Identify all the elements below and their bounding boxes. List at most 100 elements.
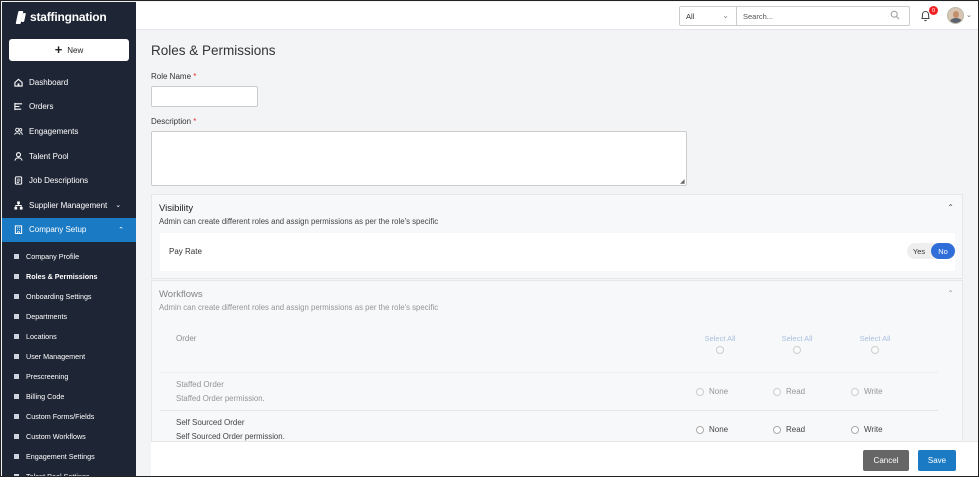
resize-handle-icon[interactable]: ◢ bbox=[680, 178, 685, 185]
search-filter-value: All bbox=[686, 11, 695, 21]
option-write[interactable]: Write bbox=[851, 387, 883, 396]
sidebar-item-dashboard[interactable]: Dashboard bbox=[2, 70, 136, 95]
new-button-label: New bbox=[67, 45, 84, 55]
radio-write[interactable] bbox=[851, 387, 859, 396]
collapse-chevron-icon[interactable]: ⌃ bbox=[947, 203, 954, 212]
search-input[interactable] bbox=[736, 6, 910, 26]
option-label: None bbox=[709, 425, 729, 434]
pay-rate-row: Pay Rate Yes No bbox=[160, 233, 955, 271]
search-filter-select[interactable]: All ⌄ bbox=[679, 6, 737, 26]
chevron-down-icon[interactable]: ⌄ bbox=[966, 11, 972, 19]
visibility-subtitle: Admin can create different roles and ass… bbox=[159, 217, 439, 226]
sidebar-subitem-billing-code[interactable]: Billing Code bbox=[2, 386, 136, 406]
sidebar-subitem-locations[interactable]: Locations bbox=[2, 326, 136, 346]
option-write[interactable]: Write bbox=[851, 425, 883, 434]
option-none[interactable]: None bbox=[696, 425, 728, 434]
option-label: Write bbox=[864, 387, 883, 396]
required-mark: * bbox=[193, 72, 197, 81]
sidebar-item-engagements[interactable]: Engagements bbox=[2, 119, 136, 144]
logo[interactable]: staffingnation bbox=[2, 2, 136, 32]
select-all-read[interactable]: Select All bbox=[772, 334, 822, 354]
sidebar-item-supplier-management[interactable]: Supplier Management ⌄ bbox=[2, 193, 136, 218]
bullet-square-icon bbox=[14, 373, 19, 379]
sidebar-subitem-label: Talent Pool Settings bbox=[26, 471, 90, 477]
sidebar-item-job-descriptions[interactable]: Job Descriptions bbox=[2, 168, 136, 193]
sidebar-subitem-roles-permissions[interactable]: Roles & Permissions bbox=[2, 266, 136, 286]
select-all-write[interactable]: Select All bbox=[850, 334, 900, 354]
sidebar-item-label: Supplier Management bbox=[29, 200, 108, 210]
sidebar-subitem-label: Locations bbox=[26, 331, 57, 341]
radio-read[interactable] bbox=[773, 387, 781, 396]
radio-write[interactable] bbox=[851, 425, 859, 434]
option-label: Read bbox=[786, 425, 806, 434]
description-label-text: Description bbox=[151, 117, 192, 126]
home-icon bbox=[14, 78, 23, 87]
sidebar: staffingnation + New Dashboard Orders En… bbox=[2, 2, 136, 477]
save-button[interactable]: Save bbox=[918, 450, 956, 471]
toggle-no[interactable]: No bbox=[931, 243, 955, 259]
option-none[interactable]: None bbox=[696, 387, 728, 396]
form-footer: Cancel Save bbox=[151, 441, 978, 476]
chevron-down-icon: ⌄ bbox=[115, 202, 122, 210]
visibility-title: Visibility bbox=[159, 203, 194, 214]
sidebar-subitem-prescreening[interactable]: Prescreening bbox=[2, 366, 136, 386]
app-frame: staffingnation + New Dashboard Orders En… bbox=[0, 0, 979, 477]
cancel-button[interactable]: Cancel bbox=[863, 450, 909, 471]
logo-text: staffingnation bbox=[30, 10, 107, 24]
toggle-yes[interactable]: Yes bbox=[907, 247, 931, 256]
option-label: Write bbox=[864, 425, 883, 434]
sidebar-subitem-label: Onboarding Settings bbox=[26, 291, 92, 301]
sidebar-item-talent-pool[interactable]: Talent Pool bbox=[2, 144, 136, 169]
radio-read[interactable] bbox=[773, 425, 781, 434]
new-button[interactable]: + New bbox=[9, 39, 129, 61]
notification-count-badge: 0 bbox=[929, 6, 938, 15]
sidebar-subitem-label: Roles & Permissions bbox=[26, 271, 98, 281]
sidebar-item-company-setup[interactable]: Company Setup ⌃ bbox=[2, 217, 136, 243]
bullet-square-icon bbox=[14, 473, 19, 476]
permission-title: Self Sourced Order bbox=[176, 418, 245, 427]
sidebar-item-orders[interactable]: Orders bbox=[2, 95, 136, 120]
select-all-none[interactable]: Select All bbox=[695, 334, 745, 354]
user-avatar[interactable] bbox=[947, 7, 964, 24]
bullet-square-icon bbox=[14, 253, 19, 259]
role-name-input[interactable] bbox=[151, 86, 258, 107]
option-label: None bbox=[709, 387, 729, 396]
sidebar-subitem-label: Departments bbox=[26, 311, 68, 321]
sidebar-item-label: Job Descriptions bbox=[29, 176, 89, 186]
select-all-write-radio[interactable] bbox=[871, 346, 879, 354]
option-read[interactable]: Read bbox=[773, 425, 805, 434]
option-read[interactable]: Read bbox=[773, 387, 805, 396]
sidebar-sub-nav: Company Profile Roles & Permissions Onboar… bbox=[2, 246, 136, 477]
sidebar-nav: Dashboard Orders Engagements Talent Pool bbox=[2, 70, 136, 243]
radio-none[interactable] bbox=[696, 425, 704, 434]
sidebar-subitem-company-profile[interactable]: Company Profile bbox=[2, 246, 136, 266]
select-all-label: Select All bbox=[859, 334, 891, 343]
role-name-label: Role Name * bbox=[151, 72, 196, 81]
select-all-read-radio[interactable] bbox=[793, 346, 801, 354]
bullet-square-icon bbox=[14, 353, 19, 359]
order-column-header: Order bbox=[176, 334, 197, 343]
sidebar-item-label: Engagements bbox=[29, 126, 79, 136]
sidebar-item-label: Dashboard bbox=[29, 77, 69, 87]
sidebar-subitem-custom-forms-fields[interactable]: Custom Forms/Fields bbox=[2, 406, 136, 426]
select-all-none-radio[interactable] bbox=[716, 346, 724, 354]
option-label: Read bbox=[786, 387, 806, 396]
sidebar-subitem-custom-workflows[interactable]: Custom Workflows bbox=[2, 426, 136, 446]
main-content: Roles & Permissions Role Name * Descript… bbox=[136, 30, 978, 476]
permission-row-staffed-order: Staffed Order Staffed Order permission. … bbox=[160, 372, 938, 410]
description-textarea[interactable] bbox=[151, 131, 687, 186]
sidebar-subitem-onboarding-settings[interactable]: Onboarding Settings bbox=[2, 286, 136, 306]
sidebar-subitem-departments[interactable]: Departments bbox=[2, 306, 136, 326]
pay-rate-toggle[interactable]: Yes No bbox=[907, 243, 955, 259]
sidebar-subitem-label: Company Profile bbox=[26, 251, 80, 261]
sidebar-subitem-talent-pool-settings[interactable]: Talent Pool Settings bbox=[2, 466, 136, 477]
radio-none[interactable] bbox=[696, 387, 704, 396]
sidebar-subitem-engagement-settings[interactable]: Engagement Settings bbox=[2, 446, 136, 466]
org-chart-icon bbox=[14, 201, 23, 210]
bullet-square-icon bbox=[14, 393, 19, 399]
sidebar-item-label: Orders bbox=[29, 102, 54, 112]
sidebar-item-label: Talent Pool bbox=[29, 151, 69, 161]
search-icon[interactable] bbox=[890, 10, 900, 22]
bullet-square-icon bbox=[14, 293, 19, 299]
sidebar-subitem-user-management[interactable]: User Management bbox=[2, 346, 136, 366]
